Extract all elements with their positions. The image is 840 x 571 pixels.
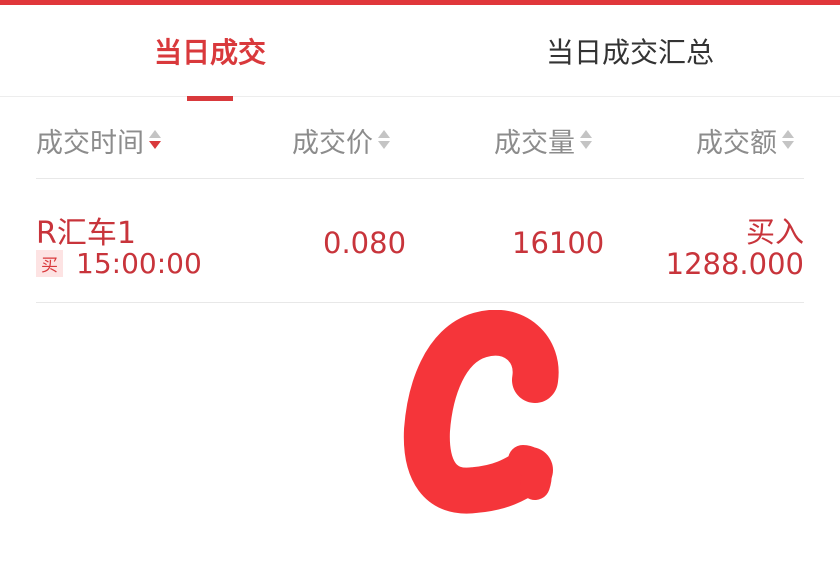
trade-time: 15:00:00 bbox=[76, 247, 202, 280]
column-header-price[interactable]: 成交价 bbox=[292, 118, 391, 162]
tab-daily-trades-summary[interactable]: 当日成交汇总 bbox=[520, 5, 740, 96]
tab-daily-trades[interactable]: 当日成交 bbox=[110, 5, 310, 96]
tab-bar: 当日成交 当日成交汇总 bbox=[0, 5, 840, 101]
row-divider bbox=[36, 302, 804, 303]
column-header-time[interactable]: 成交时间 bbox=[36, 118, 162, 162]
column-header-amount-label: 成交额 bbox=[696, 127, 777, 159]
stock-name: R汇车1 bbox=[36, 216, 136, 251]
column-header-time-label: 成交时间 bbox=[36, 127, 144, 159]
trade-side: 买入 bbox=[745, 215, 804, 249]
trade-price: 0.080 bbox=[323, 226, 407, 260]
column-header-price-label: 成交价 bbox=[292, 127, 373, 159]
tab-active-indicator bbox=[187, 96, 233, 101]
column-header-volume-label: 成交量 bbox=[494, 127, 575, 159]
side-badge: 买 bbox=[36, 250, 63, 277]
sort-icon bbox=[781, 128, 795, 152]
sort-icon bbox=[377, 128, 391, 152]
sort-icon bbox=[579, 128, 593, 152]
header-divider bbox=[36, 178, 804, 179]
trade-amount: 1288.000 bbox=[665, 247, 804, 281]
column-header-amount[interactable]: 成交额 bbox=[696, 118, 795, 162]
column-header-volume[interactable]: 成交量 bbox=[494, 118, 593, 162]
sort-icon bbox=[148, 128, 162, 152]
trade-volume: 16100 bbox=[512, 226, 605, 260]
red-scribble-mark bbox=[403, 310, 559, 514]
